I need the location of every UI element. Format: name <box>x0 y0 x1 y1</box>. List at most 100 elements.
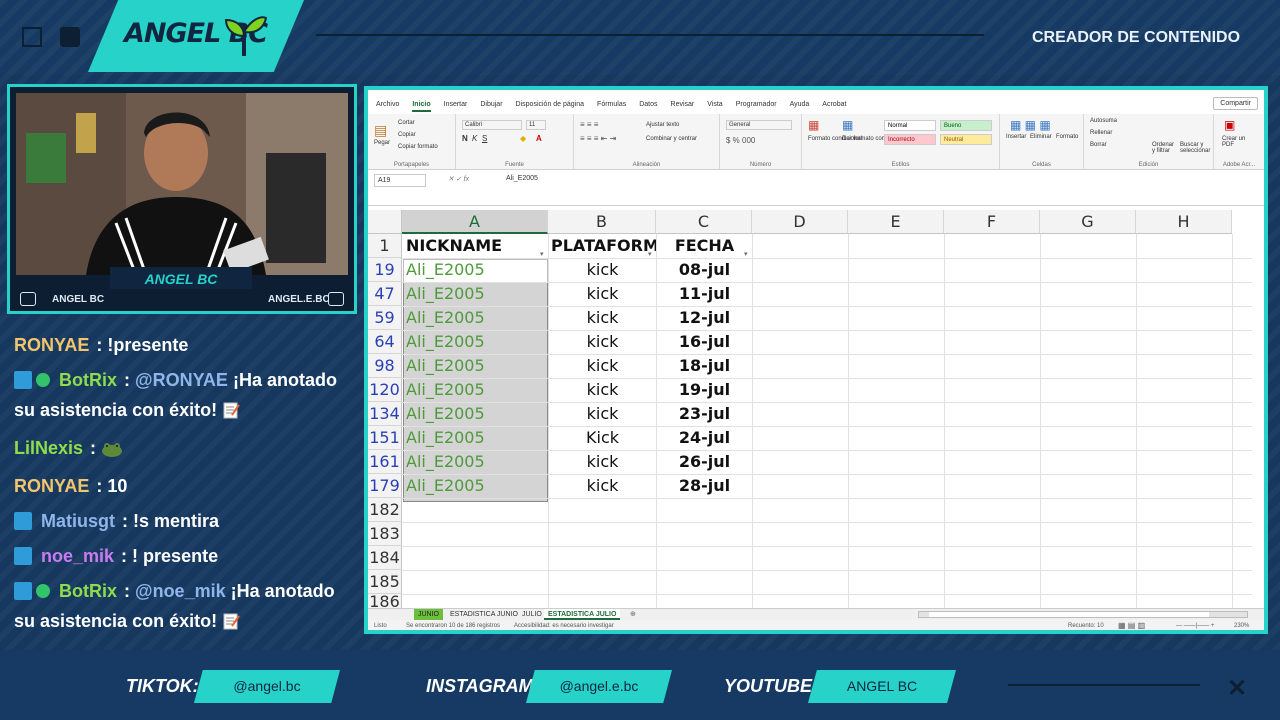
row-header[interactable]: 185 <box>368 570 402 594</box>
insert-cells-button[interactable]: Insertar <box>1006 134 1026 140</box>
zoom-level[interactable]: 230% <box>1234 623 1249 629</box>
row-header[interactable]: 19 <box>368 258 402 282</box>
cell-nickname[interactable]: Ali_E2005 <box>403 258 548 282</box>
pdf-icon[interactable]: ▣ <box>1224 118 1235 132</box>
cell-nickname[interactable]: Ali_E2005 <box>403 306 548 330</box>
tab-programador[interactable]: Programador <box>736 98 777 112</box>
number-icons[interactable]: $ % 000 <box>726 136 755 145</box>
view-mode-icons[interactable]: ▦ ▤ ▥ <box>1118 621 1145 630</box>
sheet-tab-estadistica-junio[interactable]: ESTADISTICA JUNIO <box>446 609 522 620</box>
align-icons[interactable]: ≡ ≡ ≡ <box>580 120 598 129</box>
delete-cells-button[interactable]: Eliminar <box>1030 134 1052 140</box>
cell-platform[interactable]: kick <box>549 330 656 354</box>
filter-dropdown-icon[interactable]: ▾ <box>744 250 748 258</box>
horizontal-scrollbar[interactable] <box>918 611 1248 618</box>
row-header[interactable]: 64 <box>368 330 402 354</box>
cell-date[interactable]: 26-jul <box>657 450 752 474</box>
align-icons-2[interactable]: ≡ ≡ ≡ ⇤ ⇥ <box>580 134 616 143</box>
cell-nickname[interactable]: Ali_E2005 <box>403 474 548 498</box>
share-button[interactable]: Compartir <box>1213 97 1258 110</box>
sheet-tab-julio[interactable]: JULIO <box>518 609 546 620</box>
conditional-format-icon[interactable]: ▦ <box>808 118 819 132</box>
tab-acrobat[interactable]: Acrobat <box>822 98 846 112</box>
cell-date[interactable]: 12-jul <box>657 306 752 330</box>
row-header[interactable]: 161 <box>368 450 402 474</box>
cell-nickname[interactable]: Ali_E2005 <box>403 330 548 354</box>
insert-cells-icon[interactable]: ▦ ▦ ▦ <box>1010 118 1051 132</box>
column-header-g[interactable]: G <box>1040 210 1136 234</box>
bold-icon[interactable]: N <box>462 134 468 143</box>
cell-date[interactable]: 24-jul <box>657 426 752 450</box>
format-cells-button[interactable]: Formato <box>1056 134 1078 140</box>
sort-filter-button[interactable]: Ordenar y filtrar <box>1152 142 1178 154</box>
tab-dibujar[interactable]: Dibujar <box>480 98 502 112</box>
cell-date[interactable]: 16-jul <box>657 330 752 354</box>
row-header[interactable]: 179 <box>368 474 402 498</box>
underline-icon[interactable]: S <box>482 134 487 143</box>
create-pdf-button[interactable]: Crear un PDF <box>1222 136 1252 148</box>
fill-color-icon[interactable]: ◆ <box>520 134 526 143</box>
tab-ayuda[interactable]: Ayuda <box>790 98 810 112</box>
cell-nickname[interactable]: Ali_E2005 <box>403 426 548 450</box>
cell-platform[interactable]: kick <box>549 258 656 282</box>
select-all-corner[interactable] <box>368 210 402 234</box>
tab-disposicion[interactable]: Disposición de página <box>516 98 585 112</box>
italic-icon[interactable]: K <box>472 134 477 143</box>
add-sheet-icon[interactable]: ⊕ <box>626 609 640 620</box>
style-bad[interactable]: Incorrecto <box>884 134 936 145</box>
tab-revisar[interactable]: Revisar <box>671 98 695 112</box>
row-header[interactable]: 151 <box>368 426 402 450</box>
cell-nickname[interactable]: Ali_E2005 <box>403 450 548 474</box>
style-neutral[interactable]: Neutral <box>940 134 992 145</box>
cell-platform[interactable]: Kick <box>549 426 656 450</box>
merge-center-button[interactable]: Combinar y centrar <box>646 136 697 142</box>
cell-platform[interactable]: kick <box>549 354 656 378</box>
autosum-button[interactable]: Autosuma <box>1090 118 1117 124</box>
header-cell-nickname[interactable]: NICKNAME <box>403 234 548 258</box>
cell-platform[interactable]: kick <box>549 306 656 330</box>
filter-dropdown-icon[interactable]: ▾ <box>540 250 544 258</box>
tab-vista[interactable]: Vista <box>707 98 722 112</box>
header-cell-date[interactable]: FECHA <box>657 234 752 258</box>
zoom-slider[interactable]: — ——|—— + <box>1176 623 1214 629</box>
table-format-icon[interactable]: ▦ <box>842 118 853 132</box>
paste-icon[interactable]: ▤ <box>374 122 387 139</box>
fx-icon[interactable]: ✕ ✓ fx <box>448 175 469 183</box>
cut-button[interactable]: Cortar <box>398 120 415 126</box>
row-header[interactable]: 134 <box>368 402 402 426</box>
font-name-select[interactable]: Calibri <box>462 120 522 130</box>
column-header-c[interactable]: C <box>656 210 752 234</box>
column-header-f[interactable]: F <box>944 210 1040 234</box>
copy-button[interactable]: Copiar <box>398 132 416 138</box>
cell-nickname[interactable]: Ali_E2005 <box>403 354 548 378</box>
cell-nickname[interactable]: Ali_E2005 <box>403 402 548 426</box>
style-good[interactable]: Bueno <box>940 120 992 131</box>
column-header-d[interactable]: D <box>752 210 848 234</box>
cell-date[interactable]: 18-jul <box>657 354 752 378</box>
row-header[interactable]: 182 <box>368 498 402 522</box>
header-cell-platform[interactable]: PLATAFORMA <box>549 234 656 258</box>
row-header[interactable]: 184 <box>368 546 402 570</box>
cell-date[interactable]: 23-jul <box>657 402 752 426</box>
status-accessibility[interactable]: Accesibilidad: es necesario investigar <box>514 623 614 629</box>
sheet-tab-estadistica-julio[interactable]: ESTADISTICA JULIO <box>544 609 621 620</box>
tab-datos[interactable]: Datos <box>639 98 657 112</box>
cell-nickname[interactable]: Ali_E2005 <box>403 282 548 306</box>
font-size-select[interactable]: 11 <box>526 120 546 130</box>
row-header[interactable]: 1 <box>368 234 402 258</box>
cell-platform[interactable]: kick <box>549 402 656 426</box>
column-header-a[interactable]: A <box>402 210 548 234</box>
tab-archivo[interactable]: Archivo <box>376 98 399 112</box>
tab-inicio[interactable]: Inicio <box>412 98 431 112</box>
tab-formulas[interactable]: Fórmulas <box>597 98 626 112</box>
scrollbar-thumb[interactable] <box>929 612 1209 617</box>
cell-date[interactable]: 28-jul <box>657 474 752 498</box>
row-header[interactable]: 47 <box>368 282 402 306</box>
number-format-select[interactable]: General <box>726 120 792 130</box>
sheet-tab-junio[interactable]: JUNIO <box>414 609 443 620</box>
formula-input[interactable]: Ali_E2005 <box>506 175 538 182</box>
cell-platform[interactable]: kick <box>549 474 656 498</box>
tab-insertar[interactable]: Insertar <box>444 98 468 112</box>
font-color-icon[interactable]: A <box>536 134 542 143</box>
cell-nickname[interactable]: Ali_E2005 <box>403 378 548 402</box>
